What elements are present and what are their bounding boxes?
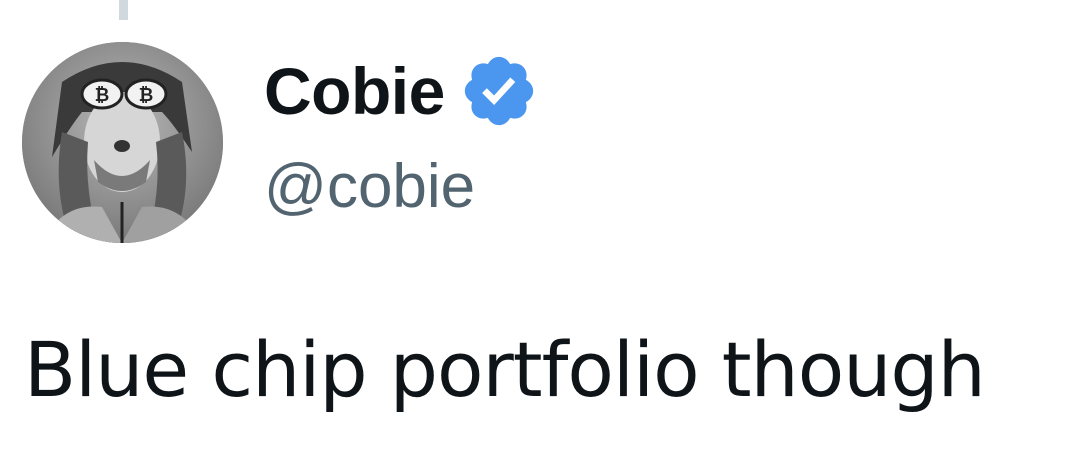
author-display-name[interactable]: Cobie [264,58,445,124]
avatar[interactable]: ₿ ₿ [22,42,223,243]
tweet-text: Blue chip portfolio though [24,325,986,414]
author-name-row[interactable]: Cobie [264,52,539,130]
avatar-photo-icon: ₿ ₿ [22,42,223,243]
author-handle[interactable]: @cobie [264,156,475,218]
verified-badge-icon[interactable] [459,51,539,131]
svg-text:₿: ₿ [139,85,154,106]
svg-text:₿: ₿ [95,85,110,106]
thread-connector-line [119,0,128,20]
